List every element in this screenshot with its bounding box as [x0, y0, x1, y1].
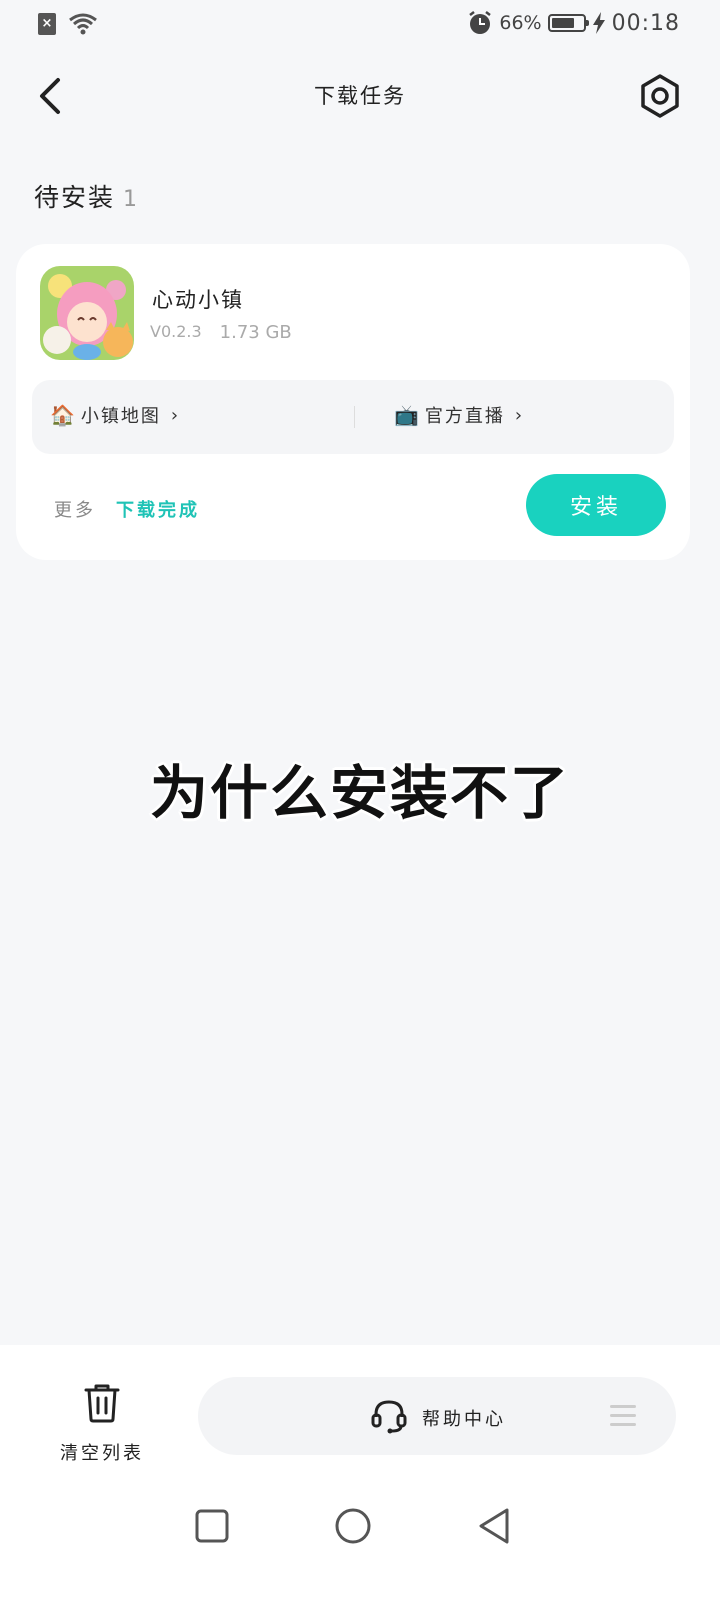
app-meta: V0.2.3 1.73 GB [150, 322, 292, 343]
official-live-label: 官方直播 [424, 406, 505, 427]
nav-bar: 下载任务 [0, 60, 720, 132]
app-icon[interactable] [40, 266, 134, 360]
battery-fill [551, 18, 575, 28]
headset-icon [371, 1400, 407, 1434]
wifi-icon [69, 13, 97, 35]
install-button[interactable]: 安装 [526, 474, 666, 536]
menu-icon[interactable] [610, 1405, 636, 1427]
help-center-button[interactable]: 帮助中心 [198, 1377, 676, 1455]
triangle-back-icon [479, 1508, 509, 1544]
page-title: 下载任务 [314, 84, 406, 108]
official-live-link[interactable]: 📺 官方直播 › [394, 402, 524, 428]
clear-list-button[interactable]: 清空列表 [50, 1381, 154, 1464]
battery-icon [547, 14, 589, 32]
tv-icon: 📺 [394, 403, 421, 427]
app-name: 心动小镇 [152, 288, 244, 312]
home-button[interactable] [333, 1506, 373, 1546]
section-title-text: 待安装 [34, 183, 116, 212]
charging-icon [592, 12, 605, 34]
download-status: 下载完成 [116, 500, 200, 521]
help-center-label: 帮助中心 [422, 1409, 506, 1430]
clear-list-label: 清空列表 [60, 1443, 144, 1464]
chevron-right-icon: › [514, 404, 525, 426]
overlay-caption: 为什么安装不了 [149, 759, 570, 827]
alarm-icon [469, 11, 492, 34]
system-nav-bar [0, 1490, 720, 1570]
chevron-right-icon: › [170, 404, 181, 426]
recents-button[interactable] [192, 1506, 232, 1546]
app-version: V0.2.3 [150, 322, 202, 341]
battery-percent: 66% [499, 12, 542, 34]
settings-button[interactable] [636, 72, 684, 120]
status-bar: × 66% 00:18 [0, 0, 720, 48]
download-task-card: 心动小镇 V0.2.3 1.73 GB 🏠 小镇地图 › 📺 官方直播 › 更多… [16, 244, 690, 560]
section-title: 待安装 1 [34, 178, 137, 214]
trash-icon [84, 1384, 120, 1423]
circle-icon [335, 1508, 371, 1544]
square-icon [195, 1509, 229, 1543]
more-button[interactable]: 更多 [54, 496, 96, 522]
app-size: 1.73 GB [219, 322, 292, 343]
settings-icon [641, 74, 679, 118]
links-divider [354, 406, 355, 428]
status-time: 00:18 [611, 10, 680, 36]
sim-off-icon: × [38, 13, 56, 35]
town-map-label: 小镇地图 [80, 406, 161, 427]
section-count: 1 [123, 187, 138, 212]
house-icon: 🏠 [50, 403, 77, 427]
town-map-link[interactable]: 🏠 小镇地图 › [50, 402, 180, 428]
back-nav-button[interactable] [474, 1506, 514, 1546]
quick-links: 🏠 小镇地图 › 📺 官方直播 › [32, 380, 674, 454]
